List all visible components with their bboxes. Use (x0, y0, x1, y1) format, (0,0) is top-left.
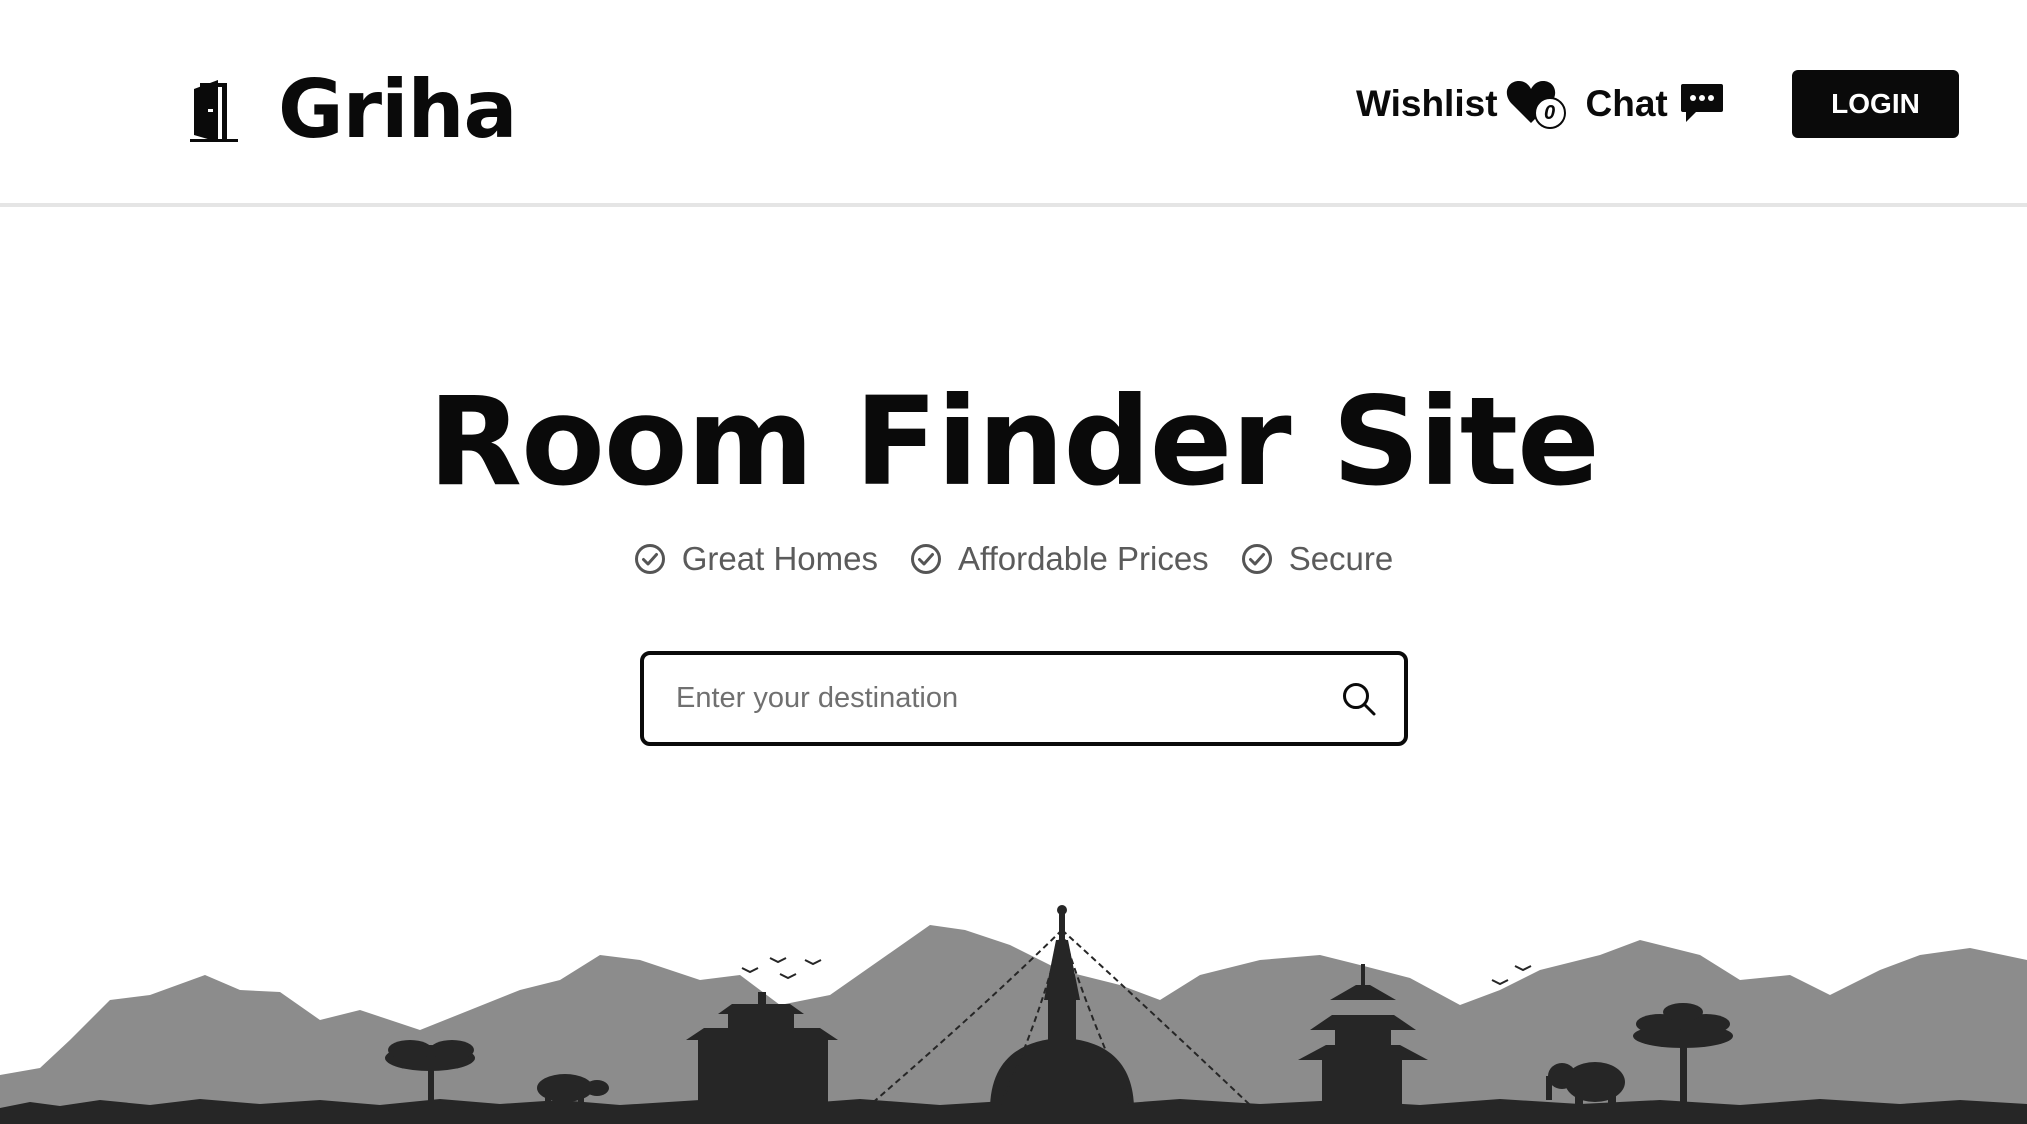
search-button[interactable] (1314, 655, 1404, 742)
feature-item: Affordable Prices (910, 540, 1209, 578)
wishlist-label: Wishlist (1356, 82, 1498, 124)
search-bar (640, 651, 1408, 746)
nepal-skyline-illustration (0, 905, 2027, 1124)
feature-item: Great Homes (634, 540, 878, 578)
check-circle-icon (1241, 544, 1272, 574)
login-button[interactable]: LOGIN (1792, 70, 1959, 138)
search-icon (1343, 682, 1376, 715)
feature-label: Affordable Prices (957, 540, 1209, 577)
check-circle-icon (910, 544, 941, 574)
site-header: Griha Wishlist 0 Chat LOGIN (0, 0, 2027, 207)
feature-item: Secure (1241, 540, 1394, 578)
feature-list: Great Homes Affordable Prices Secure (0, 540, 2027, 578)
chat-bubble-icon (1680, 84, 1723, 122)
wishlist-icon-wrap: 0 (1506, 75, 1566, 131)
wishlist-count-badge: 0 (1533, 97, 1566, 129)
chat-label: Chat (1585, 82, 1668, 124)
check-circle-icon (634, 544, 665, 574)
feature-label: Secure (1288, 540, 1394, 577)
brand-logo[interactable]: Griha (188, 60, 517, 160)
wishlist-link[interactable]: Wishlist 0 (1356, 75, 1566, 131)
page-title: Room Finder Site (428, 371, 1600, 513)
brand-name: Griha (278, 63, 517, 156)
search-input[interactable] (644, 655, 1314, 742)
main-nav: Wishlist 0 Chat (1356, 70, 1724, 136)
feature-label: Great Homes (681, 540, 878, 577)
chat-link[interactable]: Chat (1586, 82, 1724, 124)
door-icon (190, 80, 238, 142)
